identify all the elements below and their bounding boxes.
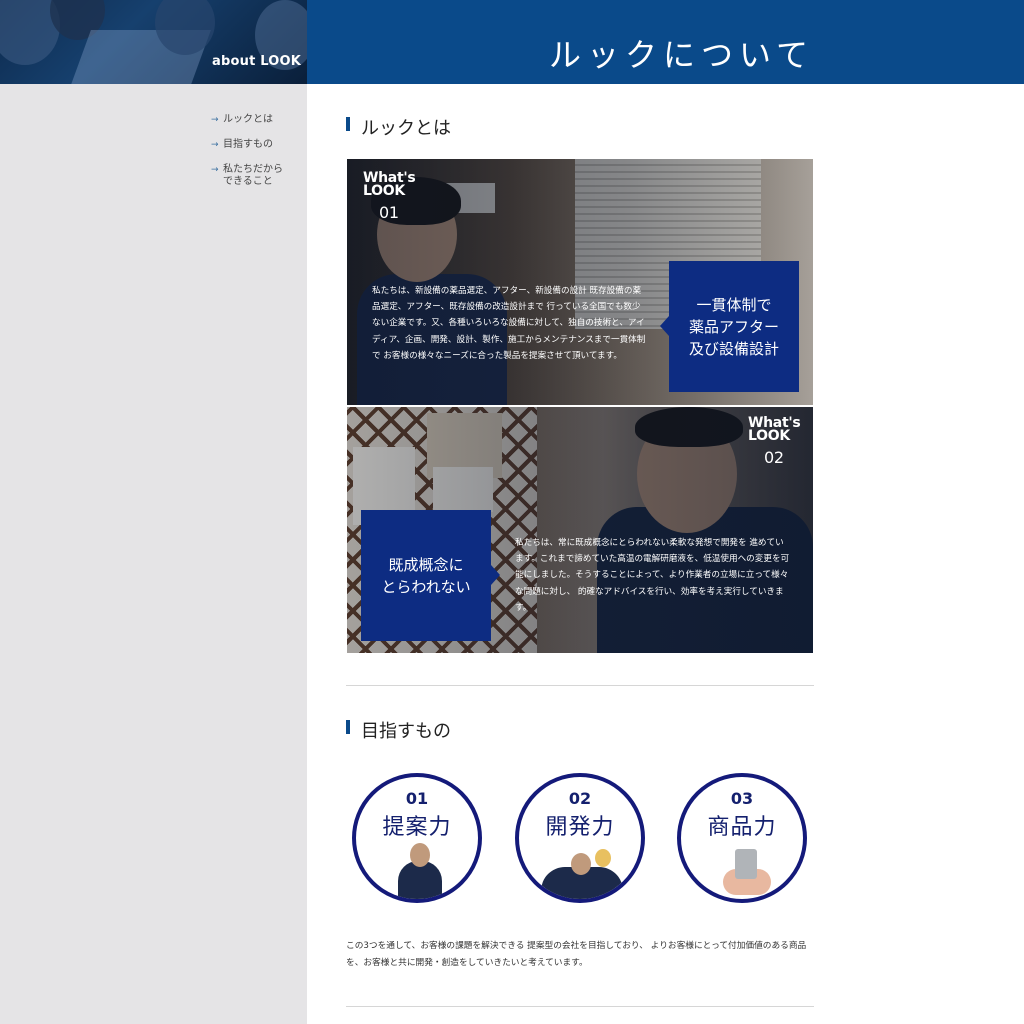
heading-accent-bar: [346, 117, 350, 131]
look-label: LOOK: [748, 428, 790, 444]
heading-accent-bar: [346, 720, 350, 734]
goals-description: この3つを通して、お客様の課題を解決できる 提案型の会社を目指しており、 よりお…: [346, 941, 807, 968]
arrow-right-icon: →: [211, 140, 219, 150]
arrow-right-icon: →: [211, 165, 219, 175]
sidebar-item-label: ルックとは: [223, 114, 273, 125]
callout-line: とらわれない: [381, 577, 471, 596]
callout-line: 一貫体制で: [696, 295, 772, 314]
goal-label: 商品力: [707, 815, 777, 840]
section-divider: [346, 685, 814, 686]
arrow-right-icon: →: [211, 115, 219, 125]
goal-number: 01: [405, 789, 429, 808]
section-heading-text: 目指すもの: [361, 721, 451, 742]
person-figure: [410, 843, 430, 867]
callout-line: 既成概念に: [388, 555, 464, 574]
goal-circle-product: 03 商品力: [677, 773, 807, 903]
callout-pointer: [660, 316, 669, 336]
goal-circle-proposal: 01 提案力: [352, 773, 482, 903]
section-divider: [346, 1006, 814, 1007]
panel-description: 私たちは、常に既成概念にとらわれない柔軟な発想で開発を 進めています。これまで諦…: [515, 538, 790, 613]
callout-box: 一貫体制で 薬品アフター 及び設備設計: [660, 261, 799, 392]
panel-number: 02: [764, 448, 784, 467]
look-label: LOOK: [363, 183, 405, 199]
whats-look-badge: What's LOOK 02: [748, 416, 801, 467]
person-figure: [398, 861, 442, 899]
sidebar-item-label: 目指すもの: [223, 139, 273, 150]
goal-number: 02: [568, 789, 592, 808]
callout-line: 及び設備設計: [688, 339, 779, 358]
header-photo: about LOOK: [0, 0, 307, 84]
goal-circle-development: 02 開発力: [515, 773, 645, 903]
section-heading-text: ルックとは: [361, 118, 451, 139]
whats-look-badge: What's LOOK 01: [363, 171, 416, 222]
callout-pointer: [491, 565, 500, 585]
goal-label: 提案力: [382, 815, 452, 840]
page-title: ルックについて: [549, 36, 815, 74]
panel-description: 私たちは、新設備の薬品選定、アフター、新設備の設計 既存設備の薬品選定、アフター…: [372, 286, 646, 361]
section-label: about LOOK: [212, 54, 302, 69]
goal-number: 03: [730, 789, 754, 808]
callout-box: 既成概念に とらわれない: [361, 510, 500, 641]
panel-number: 01: [379, 203, 399, 222]
goal-label: 開発力: [545, 815, 615, 840]
sidebar-item-label: 私たちだから できること: [223, 164, 283, 187]
product-figure: [735, 849, 757, 879]
callout-line: 薬品アフター: [688, 317, 779, 336]
sidebar: [0, 84, 307, 1024]
flask-figure: [595, 849, 611, 867]
header-band: ルックについて: [307, 0, 1024, 84]
person-figure: [571, 853, 591, 875]
whats-look-panel-02: What's LOOK 02 既成概念に とらわれない 私たちは、常に既成概念に…: [347, 407, 813, 653]
whats-look-panel-01: What's LOOK 01 私たちは、新設備の薬品選定、アフター、新設備の設計…: [347, 159, 813, 405]
